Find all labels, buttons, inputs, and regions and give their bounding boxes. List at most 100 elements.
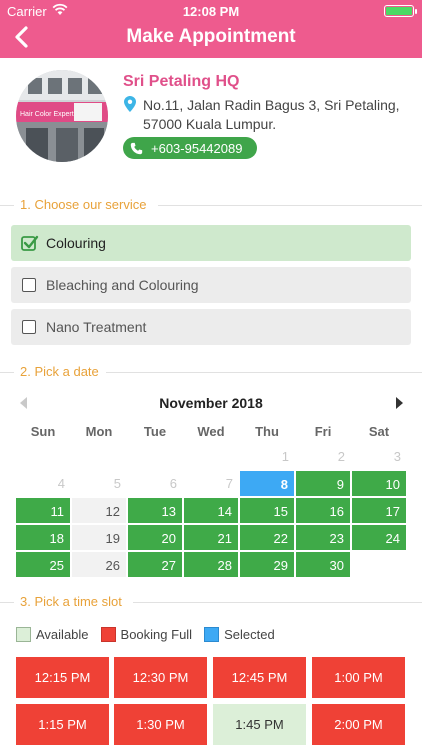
calendar-day[interactable]: 24 [351,524,407,551]
branch-address: No.11, Jalan Radin Bagus 3, Sri Petaling… [143,97,400,132]
calendar-day[interactable]: 16 [295,497,351,524]
calendar-day-number: 3 [393,449,401,464]
section-time-header: 3. Pick a time slot [0,594,422,610]
calendar-day[interactable]: 11 [15,497,71,524]
battery-icon [384,5,417,17]
page-title: Make Appointment [126,26,296,47]
calendar-day-number: 20 [161,531,176,546]
next-month-icon[interactable] [393,396,405,410]
calendar-day[interactable]: 23 [295,524,351,551]
section-service-header: 1. Choose our service [0,197,422,213]
legend-available: Available [16,627,89,642]
section-service-label: 1. Choose our service [20,197,153,212]
time-slot-button: 1:00 PM [312,657,405,698]
calendar-day-number: 13 [161,504,176,519]
legend-selected-label: Selected [224,627,275,642]
calendar-day-number: 24 [385,531,400,546]
time-slot-button: 2:00 PM [312,704,405,745]
calendar-day-number: 8 [280,477,288,492]
calendar-day-number: 16 [329,504,344,519]
weekday-label: Fri [314,424,332,439]
checkbox[interactable] [22,320,36,334]
calendar-month: November [159,395,228,411]
calendar-day[interactable]: 27 [127,551,183,578]
calendar-day: 19 [71,524,127,551]
calendar-day-number: 12 [105,504,120,519]
section-date-header: 2. Pick a date [0,364,422,380]
calendar-day[interactable]: 10 [351,470,407,497]
service-option-colouring[interactable]: Colouring [11,225,411,261]
calendar-day[interactable]: 18 [15,524,71,551]
calendar-day-number: 17 [385,504,400,519]
calendar-day-number: 26 [105,558,120,573]
calendar-day[interactable]: 17 [351,497,407,524]
calendar-day[interactable]: 20 [127,524,183,551]
calendar-day[interactable]: 21 [183,524,239,551]
legend-available-label: Available [36,627,89,642]
legend-full-label: Booking Full [120,627,193,642]
service-option-bleaching-and-colouring[interactable]: Bleaching and Colouring [11,267,411,303]
weekday-label: Thu [255,424,279,439]
legend-full: Booking Full [100,627,193,642]
calendar-day-number: 15 [273,504,288,519]
calendar-day[interactable]: 28 [183,551,239,578]
time-slot-button: 12:45 PM [213,657,306,698]
section-date-label: 2. Pick a date [20,364,105,379]
phone-number: +603-95442089 [151,140,243,156]
calendar-day-number: 11 [50,504,65,519]
weekday-label: Sat [368,424,390,439]
calendar-day-number: 28 [217,558,232,573]
time-slot-button: 12:15 PM [16,657,109,698]
legend-selected: Selected [204,627,275,642]
calendar-day-number: 2 [337,449,345,464]
calendar-day[interactable]: 22 [239,524,295,551]
checked-checkbox-icon[interactable] [21,234,39,252]
calendar-day[interactable]: 25 [15,551,71,578]
calendar-month-title: November 2018 [0,395,422,411]
calendar-day-number: 1 [281,449,289,464]
calendar-day[interactable]: 29 [239,551,295,578]
time-slot-button: 1:30 PM [114,704,207,745]
branch-name: Sri Petaling HQ [123,73,240,90]
calendar-day: 12 [71,497,127,524]
calendar-day[interactable]: 9 [295,470,351,497]
calendar-day-number: 18 [49,531,64,546]
calendar-day-number: 7 [225,476,233,491]
calendar-day[interactable]: 14 [183,497,239,524]
calendar-day[interactable]: 13 [127,497,183,524]
calendar-day: 26 [71,551,127,578]
calendar-day-number: 10 [385,477,400,492]
calendar-day[interactable]: 30 [295,551,351,578]
time-slot-button[interactable]: 1:45 PM [213,704,306,745]
calendar-day[interactable]: 8 [239,470,295,497]
calendar-day-number: 23 [329,531,344,546]
calendar-day: 6 [127,470,183,497]
slot-legend: Available Booking Full Selected [16,627,287,642]
time-slot-button: 1:15 PM [16,704,109,745]
service-label: Nano Treatment [46,319,147,335]
call-button[interactable]: +603-95442089 [123,137,257,159]
location-pin-icon [124,96,136,112]
calendar-day-number: 19 [105,531,120,546]
time-slot-button: 12:30 PM [114,657,207,698]
calendar-day-number: 30 [329,558,344,573]
calendar-day-number: 27 [161,558,176,573]
calendar-day: 4 [15,470,71,497]
calendar-day-number: 22 [273,531,288,546]
clock: 12:08 PM [182,4,240,19]
checkbox[interactable] [22,278,36,292]
calendar-day-number: 6 [169,476,177,491]
section-time-label: 3. Pick a time slot [20,594,128,609]
phone-icon [123,137,149,159]
calendar-day-number: 9 [336,477,344,492]
service-label: Bleaching and Colouring [46,277,199,293]
calendar-day-number: 5 [113,476,121,491]
service-option-nano-treatment[interactable]: Nano Treatment [11,309,411,345]
weekday-label: Sun [30,424,56,439]
calendar-day[interactable]: 15 [239,497,295,524]
status-bar: Carrier 12:08 PM [0,0,422,22]
booking-full-swatch [100,627,116,642]
weekday-label: Mon [85,424,113,439]
header-bar: Carrier 12:08 PM Make Appointment [0,0,422,58]
calendar-day: 1 [239,443,295,470]
